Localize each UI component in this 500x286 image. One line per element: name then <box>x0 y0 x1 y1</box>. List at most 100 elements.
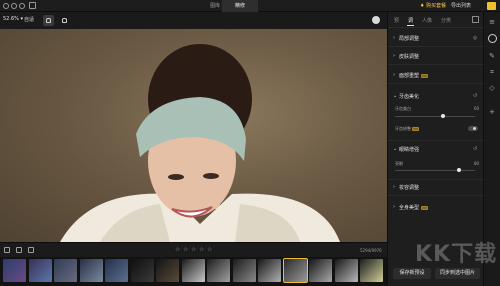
eye-icon[interactable]: ◎ <box>473 35 477 41</box>
filmstrip-thumbnail[interactable] <box>3 259 26 282</box>
filmstrip-thumbnail[interactable] <box>181 259 205 282</box>
toggle-label-text: 牙齿修整 <box>395 126 411 131</box>
divider <box>388 179 484 180</box>
panel-tabs: 预 调 人像 分类 <box>388 12 484 28</box>
divider <box>388 83 484 84</box>
chevron-right-icon: › <box>393 35 395 41</box>
chevron-right-icon: › <box>393 72 395 78</box>
vip-badge: VIP <box>421 205 428 210</box>
star-icon[interactable]: ☆ <box>175 246 180 253</box>
watermark: KK下载 <box>415 242 498 267</box>
photo-canvas[interactable] <box>0 29 387 242</box>
image-counter: 5294/9976 <box>360 248 382 253</box>
section-label: 皮肤调整 <box>399 54 420 60</box>
reset-icon[interactable]: ↺ <box>473 146 477 152</box>
portrait-photo <box>60 44 340 242</box>
filter-icon[interactable] <box>16 247 22 253</box>
add-icon[interactable] <box>4 247 10 253</box>
window-minimize-icon[interactable] <box>11 3 17 9</box>
section-face-reshape[interactable]: › 面部重塑 VIP <box>388 70 484 80</box>
adjust-circle-icon[interactable] <box>488 34 497 43</box>
canvas-toolbar: 52.6% ▾ 自适 <box>0 12 387 29</box>
section-makeup[interactable]: › 妆容调整 <box>388 182 484 192</box>
teeth-fix-toggle[interactable] <box>468 126 478 131</box>
filmstrip-thumbnail[interactable] <box>232 259 256 282</box>
buy-package-link[interactable]: ♦ 购买套餐 <box>420 0 446 12</box>
filmstrip-thumbnail[interactable] <box>334 259 358 282</box>
filmstrip-thumbnail[interactable] <box>282 258 308 283</box>
save-preset-button[interactable]: 保存新预设 <box>393 268 431 279</box>
filmstrip <box>0 257 387 286</box>
section-local-adjust[interactable]: › 局部调整 ◎ <box>388 33 484 43</box>
slider-value: 60 <box>474 106 480 111</box>
sync-to-selected-button[interactable]: 同步到选中图片 <box>435 268 480 279</box>
window-maximize-icon[interactable] <box>19 3 25 9</box>
fit-button[interactable]: 自适 <box>24 16 34 23</box>
star-icon[interactable]: ☆ <box>199 246 204 253</box>
star-icon[interactable]: ☆ <box>207 246 212 253</box>
crop-icon[interactable]: ⌗ <box>488 68 496 76</box>
toggle-label: 牙齿修整 VIP <box>395 126 420 132</box>
filmstrip-thumbnail[interactable] <box>360 259 383 282</box>
slider-knob[interactable] <box>457 168 461 172</box>
section-teeth[interactable]: ⌄ 牙齿美化 ↺ <box>388 91 484 101</box>
filmstrip-thumbnail[interactable] <box>105 259 128 282</box>
filmstrip-thumbnail[interactable] <box>130 259 154 282</box>
tab-portrait[interactable]: 人像 <box>422 17 432 24</box>
filmstrip-thumbnail[interactable] <box>156 259 179 282</box>
filmstrip-thumbnail[interactable] <box>207 259 230 282</box>
rating-bar: ☆ ☆ ☆ ☆ ☆ 5294/9976 <box>0 242 387 257</box>
section-label: 牙齿美化 <box>399 94 420 100</box>
tab-category[interactable]: 分类 <box>441 17 451 24</box>
divider <box>388 140 484 141</box>
panel-layout-icon[interactable] <box>472 16 479 23</box>
tab-retouch[interactable]: 精修 <box>222 0 258 12</box>
pointer-tool-button[interactable] <box>59 15 70 26</box>
chevron-right-icon: › <box>393 184 395 190</box>
section-label: 局部调整 <box>399 36 420 42</box>
sort-icon[interactable] <box>28 247 34 253</box>
bright-eye-slider[interactable] <box>395 168 475 172</box>
export-list-link[interactable]: 导出列表 <box>451 0 471 12</box>
filmstrip-thumbnail[interactable] <box>54 259 77 282</box>
zoom-value: 52.6% <box>3 16 19 22</box>
filmstrip-thumbnail[interactable] <box>28 259 52 282</box>
divider <box>388 195 484 196</box>
chevron-right-icon: › <box>393 204 395 210</box>
home-icon[interactable] <box>29 2 36 9</box>
eraser-icon[interactable]: ◇ <box>488 84 496 92</box>
add-icon[interactable]: + <box>488 108 496 116</box>
compare-icon[interactable] <box>372 16 380 24</box>
hand-tool-button[interactable] <box>43 15 54 26</box>
slider-knob[interactable] <box>441 114 445 118</box>
tab-presets[interactable]: 预 <box>394 17 399 24</box>
divider <box>388 46 484 47</box>
chevron-down-icon: ⌄ <box>393 93 398 99</box>
section-skin[interactable]: › 皮肤调整 <box>388 51 484 61</box>
export-icon[interactable] <box>487 2 496 10</box>
zoom-select[interactable]: 52.6% ▾ <box>3 16 23 22</box>
star-icon[interactable]: ☆ <box>191 246 196 253</box>
brush-icon[interactable]: ✎ <box>488 52 496 60</box>
filmstrip-thumbnail[interactable] <box>79 259 103 282</box>
filmstrip-thumbnail[interactable] <box>258 259 281 282</box>
star-icon[interactable]: ☆ <box>183 246 188 253</box>
section-label: 面部重塑 VIP <box>399 72 428 79</box>
teeth-whiten-slider[interactable] <box>395 114 475 118</box>
tab-adjust[interactable]: 调 <box>406 17 415 26</box>
section-label-text: 全身美型 <box>399 205 420 211</box>
section-label: 全身美型 VIP <box>399 204 428 211</box>
vip-badge: VIP <box>412 127 420 131</box>
section-label: 妆容调整 <box>399 185 420 191</box>
vip-badge: VIP <box>421 73 428 78</box>
slider-label: 牙齿美白 <box>395 106 411 111</box>
slider-value: 80 <box>474 161 480 166</box>
diamond-icon: ♦ <box>420 3 425 9</box>
reset-icon[interactable]: ↺ <box>473 93 477 99</box>
filmstrip-thumbnail[interactable] <box>309 259 332 282</box>
window-close-icon[interactable] <box>3 3 9 9</box>
section-body-shape[interactable]: › 全身美型 VIP <box>388 202 484 212</box>
menu-icon[interactable]: ≡ <box>488 18 496 26</box>
section-eye-enhance[interactable]: ⌄ 眼睛增强 ↺ <box>388 144 484 154</box>
section-label: 眼睛增强 <box>399 147 420 153</box>
